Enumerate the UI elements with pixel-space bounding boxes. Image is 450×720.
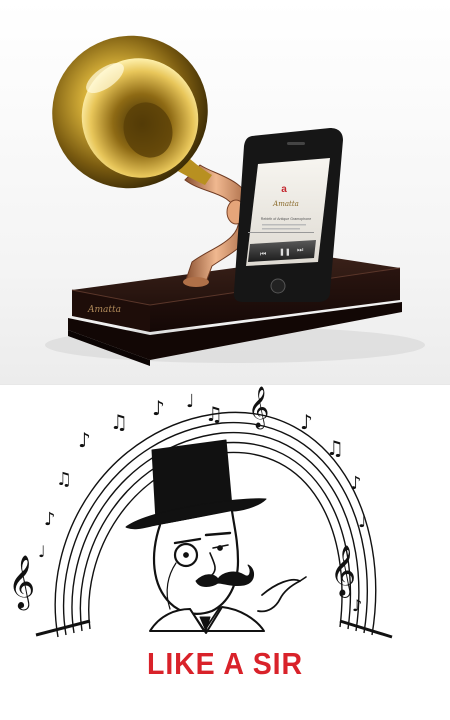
treble-clef-icon: 𝄞 bbox=[8, 554, 35, 610]
music-note-icon: ♫ bbox=[326, 436, 344, 460]
pause-icon: ❚❚ bbox=[279, 248, 291, 256]
docked-phone: a Amatta Rebirth of Antique Gramophone ⏮… bbox=[233, 128, 343, 302]
music-note-icon: ♪ bbox=[350, 473, 362, 494]
music-note-icon: ♫ bbox=[205, 402, 223, 426]
gramophone-dock-illustration: Amatta a Amatta Rebirth of Antique Gramo… bbox=[45, 35, 425, 366]
music-note-icon: ♪ bbox=[44, 509, 56, 530]
music-note-icon: ♫ bbox=[56, 469, 72, 490]
screen-tagline: Rebirth of Antique Gramophone bbox=[261, 217, 312, 221]
music-note-icon: ♪ bbox=[152, 396, 165, 420]
gentleman-face bbox=[125, 439, 307, 634]
music-note-icon: ♪ bbox=[352, 596, 362, 615]
music-note-icon: ♩ bbox=[358, 511, 367, 532]
music-note-icon: ♪ bbox=[78, 428, 91, 452]
music-note-icon: ♫ bbox=[110, 410, 128, 434]
like-a-sir-meme: 𝄞 𝄞 𝄞 ♪ ♫ ♪ ♩ ♫ ♪ ♫ ♪ ♩ ♫ ♪ ♩ ♪ LIKE A S… bbox=[0, 385, 450, 720]
treble-clef-icon: 𝄞 bbox=[330, 545, 356, 598]
screen-logo-text: Amatta bbox=[272, 200, 299, 208]
brand-script: Amatta bbox=[87, 305, 121, 315]
prev-icon: ⏮ bbox=[260, 251, 266, 258]
music-note-icon: ♪ bbox=[300, 410, 313, 434]
meme-caption: LIKE A SIR bbox=[146, 646, 304, 681]
svg-text:a: a bbox=[281, 184, 287, 195]
treble-clef-icon: 𝄞 bbox=[248, 386, 269, 429]
brass-horn bbox=[52, 35, 212, 189]
music-note-icon: ♩ bbox=[38, 542, 46, 561]
gramophone-dock-photo: Amatta a Amatta Rebirth of Antique Gramo… bbox=[0, 0, 450, 385]
next-icon: ⏭ bbox=[297, 247, 304, 254]
music-note-icon: ♩ bbox=[186, 391, 195, 412]
